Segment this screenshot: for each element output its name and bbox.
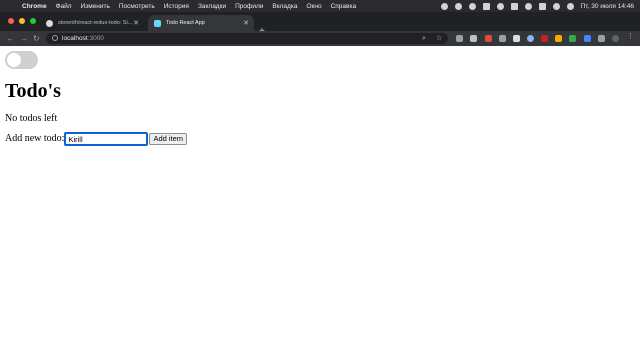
menu-bookmarks[interactable]: Закладки — [198, 3, 226, 10]
tab-close-icon[interactable]: ✕ — [133, 19, 139, 27]
menu-app-chrome[interactable]: Chrome — [22, 3, 47, 10]
close-window-icon[interactable] — [8, 18, 14, 24]
add-todo-label: Add new todo: — [5, 133, 65, 144]
tab-title: Todo React App — [166, 20, 205, 26]
extension-blue-icon[interactable] — [527, 35, 534, 42]
zoom-icon[interactable]: ⌕ — [422, 34, 426, 43]
menu-history[interactable]: История — [164, 3, 189, 10]
wifi-icon[interactable] — [524, 2, 532, 10]
site-info-icon[interactable] — [52, 35, 58, 41]
theme-toggle-switch[interactable] — [5, 51, 38, 69]
reload-icon[interactable]: ↻ — [33, 33, 40, 44]
clock[interactable]: Пт, 30 июля 14:46 — [581, 3, 634, 10]
extension-darkred-icon[interactable] — [541, 35, 548, 42]
menu-file[interactable]: Файл — [56, 3, 72, 10]
tab-github[interactable]: storenth/react-redux-todo: Si... ✕ — [40, 15, 144, 31]
siri-icon[interactable] — [566, 2, 574, 10]
menu-edit[interactable]: Изменить — [81, 3, 110, 10]
menu-tab[interactable]: Вкладка — [272, 3, 297, 10]
menu-kebab-icon[interactable]: ⋮ — [627, 33, 634, 41]
maximize-window-icon[interactable] — [30, 18, 36, 24]
page-title: Todo's — [5, 80, 61, 102]
menu-profiles[interactable]: Профили — [235, 3, 263, 10]
add-todo-form: Add new todo: Add item — [5, 133, 188, 145]
window-controls — [8, 18, 36, 24]
menu-view[interactable]: Посмотреть — [119, 3, 155, 10]
extension-yellow-icon[interactable] — [555, 35, 562, 42]
new-todo-input[interactable] — [65, 133, 148, 145]
todos-left-status: No todos left — [5, 113, 58, 124]
menu-bar-status-area: Пт, 30 июля 14:46 — [440, 0, 634, 12]
search-icon[interactable] — [552, 2, 560, 10]
react-favicon-icon — [154, 19, 161, 27]
extension-light-icon[interactable] — [513, 35, 520, 42]
toggle-knob — [7, 53, 21, 67]
extensions-puzzle-icon[interactable] — [598, 35, 605, 42]
github-favicon-icon — [46, 19, 53, 27]
tab-title: storenth/react-redux-todo: Si... — [58, 20, 133, 26]
back-icon[interactable]: ← — [6, 33, 14, 44]
browser-tab-strip: storenth/react-redux-todo: Si... ✕ Todo … — [0, 12, 640, 37]
forward-icon[interactable]: → — [20, 33, 28, 44]
menu-help[interactable]: Справка — [331, 3, 357, 10]
url-host: localhost — [62, 35, 88, 42]
profile-avatar-icon[interactable] — [612, 35, 619, 42]
browser-toolbar: ← → ↻ localhost:3000 ⌕ ☆ ⋮ — [0, 31, 640, 46]
play-icon[interactable] — [468, 2, 476, 10]
control-center-icon[interactable] — [538, 2, 546, 10]
minimize-window-icon[interactable] — [19, 18, 25, 24]
record-icon[interactable] — [440, 2, 448, 10]
timer-icon[interactable] — [496, 2, 504, 10]
extension-green-icon[interactable] — [569, 35, 576, 42]
address-bar[interactable]: localhost:3000 ⌕ ☆ — [46, 33, 448, 44]
keyboard-icon[interactable] — [510, 2, 518, 10]
tab-close-icon[interactable]: ✕ — [243, 19, 249, 27]
github-icon[interactable] — [454, 2, 462, 10]
tab-todo-app[interactable]: Todo React App ✕ — [148, 15, 254, 31]
menu-window[interactable]: Окно — [306, 3, 321, 10]
extension-gray-icon[interactable] — [499, 35, 506, 42]
url-text[interactable]: localhost:3000 — [62, 34, 104, 43]
url-port: :3000 — [87, 35, 104, 42]
bookmark-star-icon[interactable]: ☆ — [436, 34, 442, 43]
extension-red-icon[interactable] — [485, 35, 492, 42]
macos-menu-bar: Chrome Файл Изменить Посмотреть История … — [0, 0, 640, 12]
extension-blue2-icon[interactable] — [584, 35, 591, 42]
cursor-extension-icon[interactable] — [470, 35, 477, 42]
drive-icon[interactable] — [482, 2, 490, 10]
add-item-button[interactable]: Add item — [149, 133, 188, 145]
extension-icon[interactable] — [456, 35, 463, 42]
